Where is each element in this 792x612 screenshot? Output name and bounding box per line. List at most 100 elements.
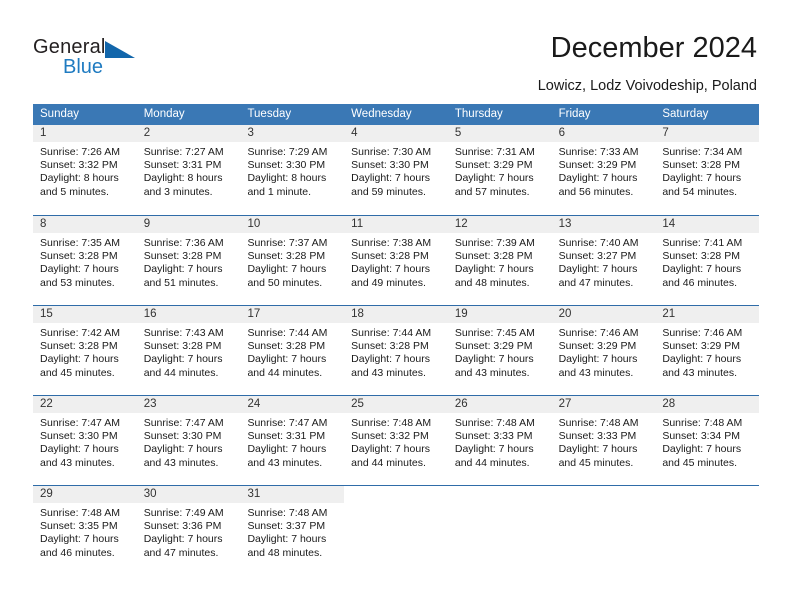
sunrise-text: Sunrise: 7:29 AM <box>247 146 328 158</box>
sunrise-text: Sunrise: 7:48 AM <box>454 417 535 429</box>
day-number: 1 <box>33 125 137 142</box>
day-number: 26 <box>447 396 552 413</box>
day-cell[interactable]: 31 Sunrise: 7:48 AM Sunset: 3:37 PM Dayl… <box>240 486 345 575</box>
day-cell[interactable]: 5 Sunrise: 7:31 AM Sunset: 3:29 PM Dayli… <box>447 125 552 214</box>
day-cell[interactable]: 29 Sunrise: 7:48 AM Sunset: 3:35 PM Dayl… <box>33 486 137 575</box>
day-cell[interactable]: 13 Sunrise: 7:40 AM Sunset: 3:27 PM Dayl… <box>551 216 656 305</box>
day-cell[interactable]: 4 Sunrise: 7:30 AM Sunset: 3:30 PM Dayli… <box>344 125 448 214</box>
daylight-text-line1: Daylight: 7 hours <box>454 353 534 366</box>
daylight-text-line2: and 45 minutes. <box>558 456 634 469</box>
sunrise-text: Sunrise: 7:49 AM <box>143 507 224 519</box>
sunrise-text: Sunrise: 7:27 AM <box>143 146 224 158</box>
day-details: Sunrise: 7:40 AM Sunset: 3:27 PM Dayligh… <box>552 233 656 290</box>
sunset-text: Sunset: 3:28 PM <box>247 340 326 353</box>
sunrise-text: Sunrise: 7:47 AM <box>247 417 328 429</box>
sunset-text: Sunset: 3:28 PM <box>351 340 429 353</box>
sunset-text: Sunset: 3:32 PM <box>40 159 118 172</box>
day-details: Sunrise: 7:45 AM Sunset: 3:29 PM Dayligh… <box>448 323 552 380</box>
sunrise-text: Sunrise: 7:31 AM <box>454 146 535 158</box>
daylight-text-line1: Daylight: 7 hours <box>454 172 534 185</box>
day-number: 16 <box>136 306 241 323</box>
day-cell[interactable]: 25 Sunrise: 7:48 AM Sunset: 3:32 PM Dayl… <box>344 396 448 485</box>
day-number: 3 <box>240 125 345 142</box>
day-cell[interactable]: 24 Sunrise: 7:47 AM Sunset: 3:31 PM Dayl… <box>240 396 345 485</box>
day-cell[interactable]: 16 Sunrise: 7:43 AM Sunset: 3:28 PM Dayl… <box>136 306 241 395</box>
general-blue-logo[interactable]: General Blue <box>33 36 153 82</box>
sunset-text: Sunset: 3:37 PM <box>247 520 326 533</box>
daylight-text-line2: and 46 minutes. <box>662 276 738 289</box>
weekday-header-monday: Monday <box>143 108 185 120</box>
sunset-text: Sunset: 3:28 PM <box>662 250 740 263</box>
day-details: Sunrise: 7:26 AM Sunset: 3:32 PM Dayligh… <box>33 142 137 199</box>
sunrise-text: Sunrise: 7:48 AM <box>662 417 743 429</box>
day-number: 21 <box>655 306 760 323</box>
sunset-text: Sunset: 3:31 PM <box>143 159 222 172</box>
day-number: 12 <box>447 216 552 233</box>
day-cell[interactable]: 3 Sunrise: 7:29 AM Sunset: 3:30 PM Dayli… <box>240 125 345 214</box>
daylight-text-line1: Daylight: 7 hours <box>40 443 119 456</box>
day-number <box>344 486 448 503</box>
sunset-text: Sunset: 3:29 PM <box>558 159 637 172</box>
sunrise-text: Sunrise: 7:46 AM <box>558 327 639 339</box>
day-details: Sunrise: 7:48 AM Sunset: 3:33 PM Dayligh… <box>448 413 552 470</box>
day-cell[interactable]: 2 Sunrise: 7:27 AM Sunset: 3:31 PM Dayli… <box>136 125 241 214</box>
day-cell[interactable]: 12 Sunrise: 7:39 AM Sunset: 3:28 PM Dayl… <box>447 216 552 305</box>
day-number: 20 <box>551 306 656 323</box>
day-cell[interactable]: 26 Sunrise: 7:48 AM Sunset: 3:33 PM Dayl… <box>447 396 552 485</box>
day-cell-empty <box>344 486 448 575</box>
day-cell[interactable]: 15 Sunrise: 7:42 AM Sunset: 3:28 PM Dayl… <box>33 306 137 395</box>
day-cell[interactable]: 28 Sunrise: 7:48 AM Sunset: 3:34 PM Dayl… <box>655 396 760 485</box>
daylight-text-line1: Daylight: 7 hours <box>662 443 742 456</box>
weekday-header-sunday: Sunday <box>40 108 80 120</box>
daylight-text-line2: and 54 minutes. <box>662 185 738 198</box>
day-cell[interactable]: 18 Sunrise: 7:44 AM Sunset: 3:28 PM Dayl… <box>344 306 448 395</box>
day-cell[interactable]: 14 Sunrise: 7:41 AM Sunset: 3:28 PM Dayl… <box>655 216 760 305</box>
sunset-text: Sunset: 3:28 PM <box>40 250 118 263</box>
daylight-text-line2: and 50 minutes. <box>247 276 323 289</box>
day-cell[interactable]: 6 Sunrise: 7:33 AM Sunset: 3:29 PM Dayli… <box>551 125 656 214</box>
day-cell[interactable]: 20 Sunrise: 7:46 AM Sunset: 3:29 PM Dayl… <box>551 306 656 395</box>
day-details: Sunrise: 7:43 AM Sunset: 3:28 PM Dayligh… <box>137 323 241 380</box>
day-cell[interactable]: 8 Sunrise: 7:35 AM Sunset: 3:28 PM Dayli… <box>33 216 137 305</box>
day-cell[interactable]: 21 Sunrise: 7:46 AM Sunset: 3:29 PM Dayl… <box>655 306 760 395</box>
day-cell[interactable]: 7 Sunrise: 7:34 AM Sunset: 3:28 PM Dayli… <box>655 125 760 214</box>
daylight-text-line2: and 56 minutes. <box>558 185 634 198</box>
sunset-text: Sunset: 3:30 PM <box>143 430 222 443</box>
page-header: General Blue December 2024 Lowicz, Lodz … <box>0 0 792 100</box>
daylight-text-line2: and 43 minutes. <box>351 366 426 379</box>
sunrise-text: Sunrise: 7:43 AM <box>143 327 224 339</box>
calendar-page: General Blue December 2024 Lowicz, Lodz … <box>0 0 792 612</box>
daylight-text-line1: Daylight: 7 hours <box>351 353 430 366</box>
day-cell[interactable]: 9 Sunrise: 7:36 AM Sunset: 3:28 PM Dayli… <box>136 216 241 305</box>
day-cell[interactable]: 19 Sunrise: 7:45 AM Sunset: 3:29 PM Dayl… <box>447 306 552 395</box>
day-cell[interactable]: 17 Sunrise: 7:44 AM Sunset: 3:28 PM Dayl… <box>240 306 345 395</box>
day-details: Sunrise: 7:46 AM Sunset: 3:29 PM Dayligh… <box>655 323 759 380</box>
day-cell[interactable]: 30 Sunrise: 7:49 AM Sunset: 3:36 PM Dayl… <box>136 486 241 575</box>
day-cell[interactable]: 27 Sunrise: 7:48 AM Sunset: 3:33 PM Dayl… <box>551 396 656 485</box>
sunrise-text: Sunrise: 7:48 AM <box>40 507 120 519</box>
day-cell[interactable]: 23 Sunrise: 7:47 AM Sunset: 3:30 PM Dayl… <box>136 396 241 485</box>
day-cell[interactable]: 11 Sunrise: 7:38 AM Sunset: 3:28 PM Dayl… <box>344 216 448 305</box>
sunrise-text: Sunrise: 7:41 AM <box>662 237 743 249</box>
daylight-text-line2: and 43 minutes. <box>558 366 634 379</box>
day-details: Sunrise: 7:31 AM Sunset: 3:29 PM Dayligh… <box>448 142 552 199</box>
day-details: Sunrise: 7:29 AM Sunset: 3:30 PM Dayligh… <box>240 142 344 199</box>
day-cell[interactable]: 10 Sunrise: 7:37 AM Sunset: 3:28 PM Dayl… <box>240 216 345 305</box>
day-cell[interactable]: 22 Sunrise: 7:47 AM Sunset: 3:30 PM Dayl… <box>33 396 137 485</box>
sunrise-text: Sunrise: 7:33 AM <box>558 146 639 158</box>
day-details: Sunrise: 7:44 AM Sunset: 3:28 PM Dayligh… <box>344 323 448 380</box>
day-details: Sunrise: 7:34 AM Sunset: 3:28 PM Dayligh… <box>655 142 759 199</box>
sunrise-text: Sunrise: 7:34 AM <box>662 146 743 158</box>
daylight-text-line2: and 57 minutes. <box>454 185 530 198</box>
week-row: 22 Sunrise: 7:47 AM Sunset: 3:30 PM Dayl… <box>33 395 760 485</box>
weekday-header-row: Sunday Monday Tuesday Wednesday Thursday… <box>33 104 759 125</box>
sunrise-text: Sunrise: 7:36 AM <box>143 237 224 249</box>
day-details: Sunrise: 7:49 AM Sunset: 3:36 PM Dayligh… <box>137 503 241 560</box>
daylight-text-line2: and 44 minutes. <box>247 366 323 379</box>
day-details: Sunrise: 7:47 AM Sunset: 3:30 PM Dayligh… <box>137 413 241 470</box>
sunrise-text: Sunrise: 7:47 AM <box>40 417 120 429</box>
sunrise-text: Sunrise: 7:48 AM <box>247 507 328 519</box>
day-cell[interactable]: 1 Sunrise: 7:26 AM Sunset: 3:32 PM Dayli… <box>33 125 137 214</box>
day-number: 18 <box>344 306 448 323</box>
daylight-text-line1: Daylight: 7 hours <box>143 443 223 456</box>
